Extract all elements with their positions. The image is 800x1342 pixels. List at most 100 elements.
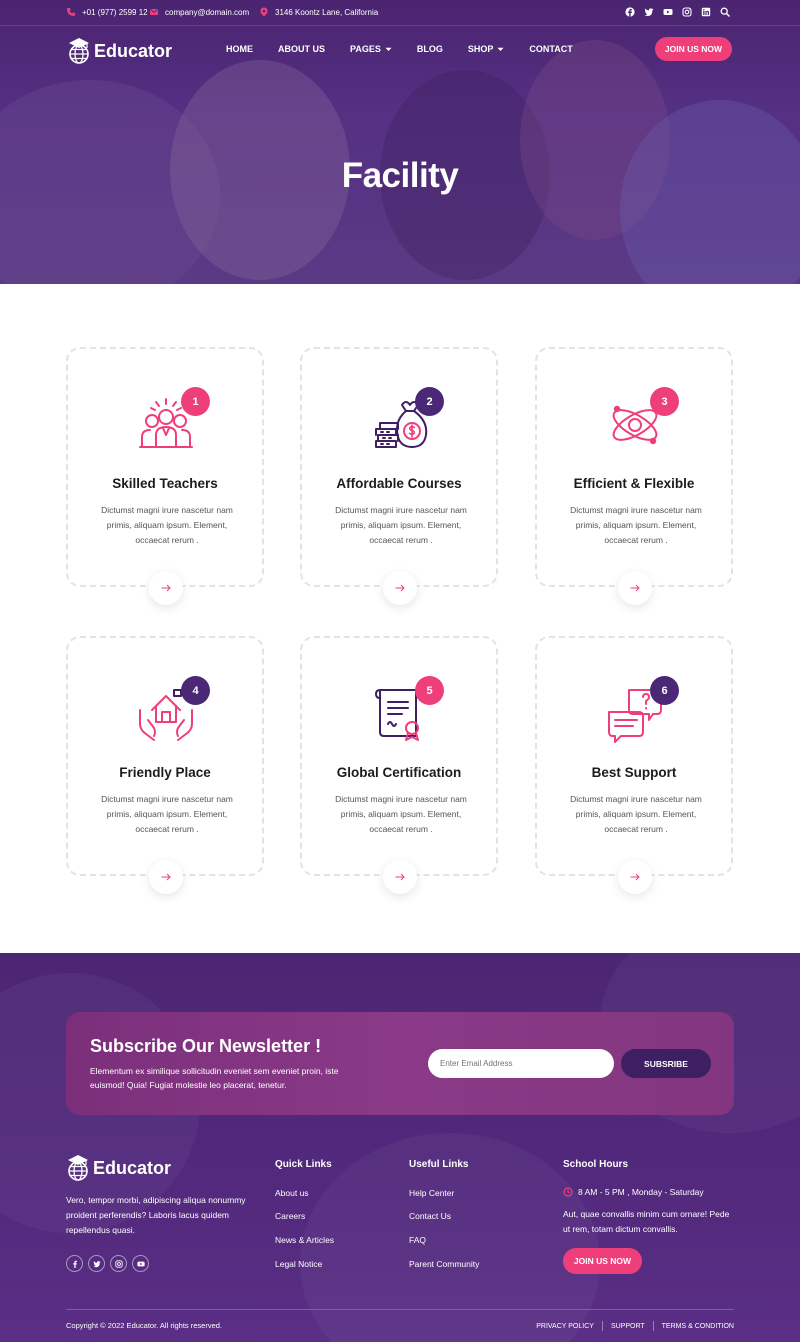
footer-link-news[interactable]: News & Articles <box>275 1235 334 1245</box>
join-us-button[interactable]: JOIN US NOW <box>655 37 732 61</box>
step-badge: 4 <box>181 676 210 705</box>
arrow-right-icon <box>161 873 171 881</box>
twitter-icon[interactable] <box>644 7 654 17</box>
feature-arrow-button[interactable] <box>618 571 652 605</box>
nav-item-home[interactable]: HOME <box>226 44 253 54</box>
feature-arrow-button[interactable] <box>149 571 183 605</box>
footer-link-help[interactable]: Help Center <box>409 1188 454 1198</box>
terms-link[interactable]: TERMS & CONDITION <box>662 1323 734 1330</box>
graduation-globe-icon <box>68 1155 88 1181</box>
phone-contact[interactable]: +01 (977) 2599 12 <box>66 7 148 17</box>
feature-description: Dictumst magni irure nascetur nam primis… <box>101 505 233 545</box>
footer-link-faq[interactable]: FAQ <box>409 1235 426 1245</box>
step-badge: 1 <box>181 387 210 416</box>
facebook-icon[interactable] <box>66 1255 83 1272</box>
feature-title: Friendly Place <box>119 765 211 780</box>
step-badge: 5 <box>415 676 444 705</box>
nav-item-pages[interactable]: PAGES <box>350 44 392 54</box>
feature-card: 2 Affordable Courses Dictumst magni irur… <box>300 347 498 605</box>
feature-description: Dictumst magni irure nascetur nam primis… <box>570 794 702 834</box>
instagram-icon[interactable] <box>110 1255 127 1272</box>
legal-links: PRIVACY POLICY SUPPORT TERMS & CONDITION <box>536 1321 734 1331</box>
footer-link-about[interactable]: About us <box>275 1188 309 1198</box>
youtube-icon[interactable] <box>132 1255 149 1272</box>
school-hours-title: School Hours <box>563 1159 629 1170</box>
logo-text: Educator <box>94 40 173 61</box>
nav-label: BLOG <box>416 44 443 54</box>
step-badge: 6 <box>650 676 679 705</box>
clock-icon <box>563 1187 573 1197</box>
nav-item-shop[interactable]: SHOP <box>468 44 505 54</box>
email-contact[interactable]: company@domain.com <box>149 7 249 17</box>
legal-separator <box>601 1321 603 1331</box>
newsletter-text: Elementum ex similique sollicitudin even… <box>90 1066 339 1090</box>
map-pin-icon <box>260 7 268 17</box>
newsletter-title: Subscribe Our Newsletter ! <box>90 1036 322 1056</box>
youtube-icon[interactable] <box>663 7 673 17</box>
address-text: 3146 Koontz Lane, California <box>275 7 379 17</box>
top-info-bar: +01 (977) 2599 12 company@domain.com 314… <box>0 0 800 26</box>
nav-item-contact[interactable]: CONTACT <box>529 44 572 54</box>
subscribe-button[interactable]: SUBSRIBE <box>621 1049 711 1078</box>
quick-links-title: Quick Links <box>275 1159 332 1170</box>
caret-down-icon <box>497 47 504 51</box>
twitter-icon[interactable] <box>88 1255 105 1272</box>
support-link[interactable]: SUPPORT <box>611 1323 645 1330</box>
feature-description: Dictumst magni irure nascetur nam primis… <box>570 505 702 545</box>
arrow-right-icon <box>161 584 171 592</box>
nav-label: ABOUT US <box>278 44 325 54</box>
feature-card: 6 Best Support Dictumst magni irure nasc… <box>535 636 733 894</box>
school-hours-description: Aut, quae convallis minim cum ornare! Pe… <box>563 1209 730 1234</box>
copyright-text: Copyright © 2022 Educator. All rights re… <box>66 1321 223 1330</box>
site-logo[interactable]: Educator <box>67 37 172 65</box>
feature-arrow-button[interactable] <box>149 860 183 894</box>
hours-text: 8 AM - 5 PM , Monday - Saturday <box>578 1187 704 1197</box>
footer-link-careers[interactable]: Careers <box>275 1211 305 1221</box>
linkedin-icon[interactable] <box>701 7 711 17</box>
nav-item-blog[interactable]: BLOG <box>417 44 443 54</box>
feature-description: Dictumst magni irure nascetur nam primis… <box>335 794 467 834</box>
footer-divider <box>66 1309 734 1310</box>
site-footer: Subscribe Our Newsletter ! Elementum ex … <box>0 953 800 1342</box>
footer-about: Vero, tempor morbi, adipiscing aliqua no… <box>66 1195 246 1235</box>
feature-title: Efficient & Flexible <box>573 476 695 491</box>
arrow-right-icon <box>630 873 640 881</box>
feature-arrow-button[interactable] <box>618 860 652 894</box>
legal-separator <box>652 1321 654 1331</box>
arrow-right-icon <box>395 584 405 592</box>
facebook-icon[interactable] <box>625 7 635 17</box>
logo-text: Educator <box>93 1157 172 1178</box>
primary-nav: HOME ABOUT US PAGES BLOG SHOP CONTACT <box>226 44 598 54</box>
search-icon[interactable] <box>720 7 730 17</box>
nav-item-about[interactable]: ABOUT US <box>278 44 325 54</box>
address-contact: 3146 Koontz Lane, California <box>259 7 378 17</box>
feature-title: Best Support <box>591 765 677 780</box>
feature-card: 5 Global Certification Dictumst magni ir… <box>300 636 498 894</box>
main-navbar: Educator HOME ABOUT US PAGES BLOG SHOP C… <box>0 26 800 74</box>
footer-link-contact[interactable]: Contact Us <box>409 1211 451 1221</box>
instagram-icon[interactable] <box>682 7 692 17</box>
nav-label: PAGES <box>350 44 381 54</box>
top-social-links <box>625 7 730 17</box>
footer-link-legal[interactable]: Legal Notice <box>275 1259 322 1269</box>
feature-arrow-button[interactable] <box>383 571 417 605</box>
footer-logo[interactable]: Educator <box>66 1154 171 1182</box>
feature-arrow-button[interactable] <box>383 860 417 894</box>
email-text: company@domain.com <box>165 7 250 17</box>
feature-card: 3 Efficient & Flexible Dictumst magni ir… <box>535 347 733 605</box>
useful-links-title: Useful Links <box>409 1159 469 1170</box>
nav-label: CONTACT <box>529 44 573 54</box>
feature-card: 4 Friendly Place Dictumst magni irure na… <box>66 636 264 894</box>
hero-banner: +01 (977) 2599 12 company@domain.com 314… <box>0 0 800 284</box>
privacy-policy-link[interactable]: PRIVACY POLICY <box>536 1323 594 1330</box>
footer-join-button[interactable]: JOIN US NOW <box>563 1248 642 1274</box>
envelope-icon <box>150 9 158 15</box>
feature-title: Affordable Courses <box>336 476 462 491</box>
newsletter-email-input[interactable] <box>428 1049 614 1078</box>
phone-icon <box>67 8 75 16</box>
footer-link-community[interactable]: Parent Community <box>409 1259 479 1269</box>
nav-label: HOME <box>226 44 253 54</box>
phone-text: +01 (977) 2599 12 <box>82 7 148 17</box>
page-title: Facility <box>341 156 459 195</box>
feature-card: 1 Skilled Teachers Dictumst magni irure … <box>66 347 264 605</box>
